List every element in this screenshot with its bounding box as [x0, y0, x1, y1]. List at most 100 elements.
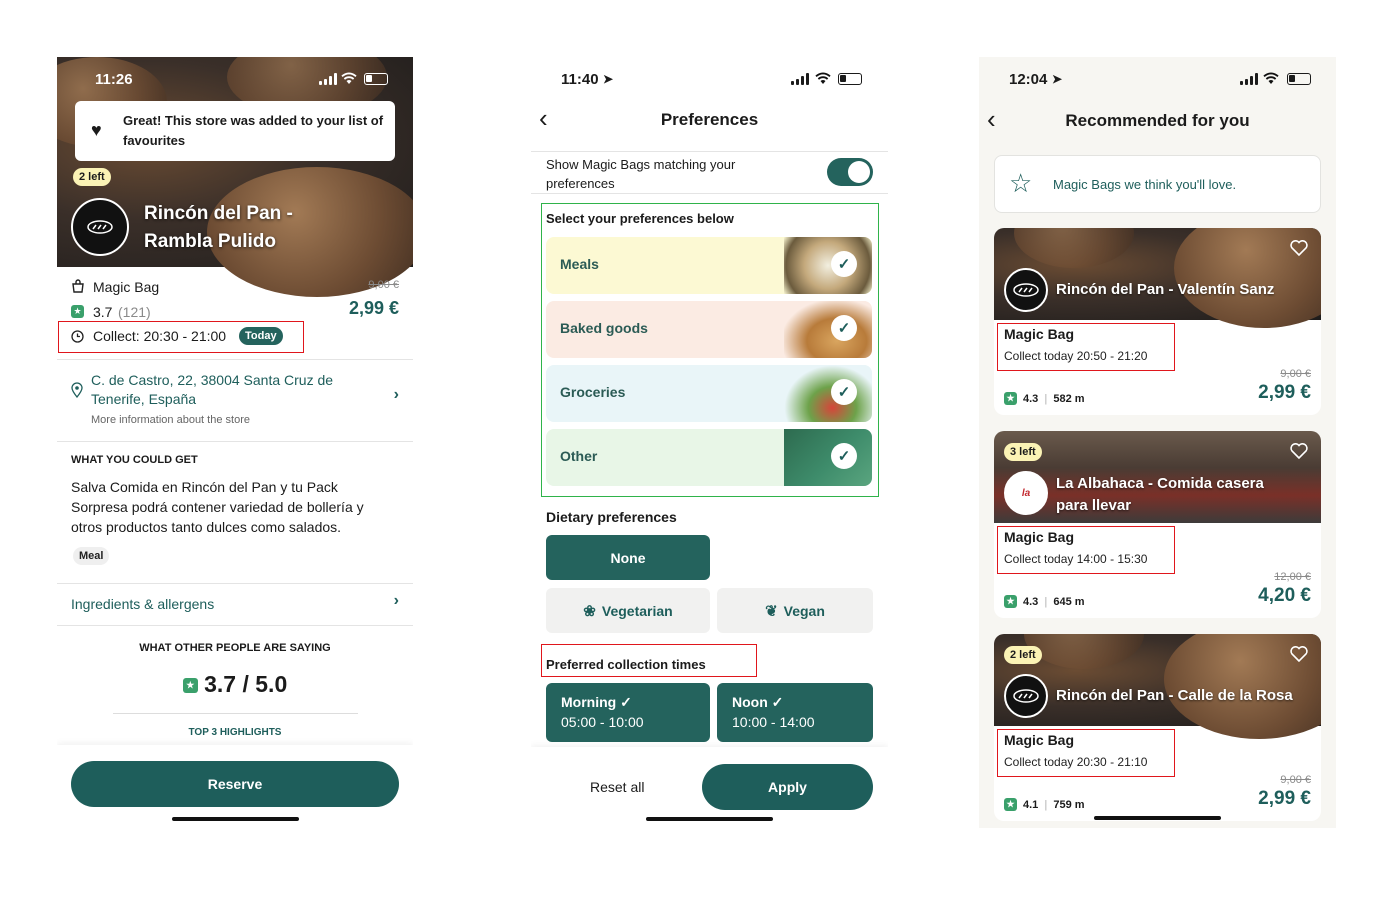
collection-noon-button[interactable]: Noon ✓ 10:00 - 14:00 [717, 683, 873, 742]
star-rating-icon: ★ [1004, 798, 1017, 811]
collection-morning-button[interactable]: Morning ✓ 05:00 - 10:00 [546, 683, 710, 742]
rating-value: 4.3 [1023, 595, 1039, 608]
divider [531, 193, 888, 194]
bread-logo-icon [1013, 283, 1039, 297]
star-outline-icon: ☆ [1009, 168, 1033, 198]
store-logo [1004, 674, 1048, 718]
tile-label: Meals [560, 256, 599, 272]
old-price: 12,00 € [1274, 571, 1311, 583]
status-time: 12:04 [1009, 71, 1048, 88]
baked-goods-image [784, 301, 872, 358]
favourite-toast: ♥ Great! This store was added to your li… [75, 101, 395, 161]
collection-heading: Preferred collection times [546, 657, 706, 672]
rating-value: 4.1 [1023, 798, 1039, 811]
status-time: 11:26 [95, 71, 133, 88]
store-card[interactable]: Rincón del Pan - Valentín Sanz Magic Bag… [994, 228, 1321, 415]
price: 2,99 € [1258, 382, 1311, 403]
price: 4,20 € [1258, 585, 1311, 606]
chevron-right-icon: › [393, 386, 399, 403]
pref-tile-baked-goods[interactable]: Baked goods ✓ [546, 301, 872, 358]
store-logo: la [1004, 471, 1048, 515]
address-row[interactable]: C. de Castro, 22, 38004 Santa Cruz de Te… [57, 360, 413, 440]
reserve-button[interactable]: Reserve [71, 761, 399, 807]
home-indicator [646, 817, 773, 821]
vegetarian-icon: ❀ [583, 602, 596, 620]
store-card[interactable]: 3 left la La Albahaca - Comida casera pa… [994, 431, 1321, 618]
separator: | [1044, 595, 1048, 608]
toast-text: Great! This store was added to your list… [123, 113, 384, 148]
collect-time: Collect today 14:00 - 15:30 [1004, 552, 1148, 566]
store-detail-screen: 11:26 ♥ Great! This store was added to y… [57, 57, 413, 828]
status-bar: 11:26 [57, 69, 413, 91]
bag-icon [72, 279, 84, 293]
heart-outline-icon[interactable] [1289, 238, 1309, 258]
reviews-heading: WHAT OTHER PEOPLE ARE SAYING [139, 642, 331, 654]
groceries-image [784, 365, 872, 422]
status-time: 11:40 [561, 71, 599, 88]
old-price: 9,00 € [1280, 368, 1311, 380]
score-text: 3.7 / 5.0 [204, 671, 288, 697]
collect-time: Collect today 20:50 - 21:20 [1004, 349, 1148, 363]
what-you-get-heading: WHAT YOU COULD GET [71, 454, 198, 466]
reset-all-button[interactable]: Reset all [590, 779, 644, 795]
morning-label: Morning ✓ [561, 694, 632, 710]
price: 2,99 € [1258, 788, 1311, 809]
diet-vegetarian-button[interactable]: ❀ Vegetarian [546, 588, 710, 633]
heart-outline-icon[interactable] [1289, 441, 1309, 461]
bag-label: Magic Bag [93, 279, 160, 295]
highlight-box [58, 321, 304, 353]
pref-tile-groceries[interactable]: Groceries ✓ [546, 365, 872, 422]
diet-vegan-button[interactable]: ❦ Vegan [717, 588, 873, 633]
star-rating-icon: ★ [71, 305, 84, 318]
store-card-image [994, 634, 1321, 739]
store-card-image [994, 228, 1321, 328]
heart-outline-icon[interactable] [1289, 644, 1309, 664]
leaf-icon: ❦ [765, 602, 778, 620]
bag-description: Salva Comida en Rincón del Pan y tu Pack… [71, 479, 364, 535]
chevron-right-icon: › [393, 592, 399, 609]
page-title: Recommended for you [1065, 111, 1250, 130]
ingredients-row[interactable]: Ingredients & allergens › [57, 584, 413, 625]
items-left-badge: 2 left [1004, 646, 1042, 664]
home-indicator [1094, 816, 1221, 820]
bag-label: Magic Bag [1004, 732, 1075, 748]
home-indicator [172, 817, 299, 821]
location-arrow-icon: ➤ [1052, 72, 1063, 86]
check-icon: ✓ [831, 251, 857, 277]
divider [57, 625, 413, 626]
diet-none-button[interactable]: None [546, 535, 710, 580]
battery-icon [364, 73, 388, 85]
store-name-line1: Rincón del Pan - [144, 203, 293, 224]
check-icon: ✓ [831, 315, 857, 341]
rating-count: (121) [118, 304, 151, 320]
status-bar: 11:40 ➤ [531, 69, 888, 91]
separator: | [1044, 798, 1048, 811]
meal-tag: Meal [73, 547, 110, 565]
store-card[interactable]: 2 left Rincón del Pan - Calle de la Rosa… [994, 634, 1321, 821]
bread-logo-icon [1013, 689, 1039, 703]
divider [57, 441, 413, 442]
tile-label: Baked goods [560, 320, 648, 336]
signal-icon [791, 73, 809, 85]
button-label: Vegetarian [601, 602, 673, 619]
rating-value: 3.7 [93, 304, 113, 320]
ingredients-link: Ingredients & allergens [71, 596, 215, 612]
battery-icon [1287, 73, 1311, 85]
distance: 759 m [1053, 798, 1085, 811]
apply-button[interactable]: Apply [702, 764, 873, 810]
tile-label: Groceries [560, 384, 626, 400]
old-price: 9,00 € [1280, 774, 1311, 786]
recommended-screen: 12:04 ➤ ‹ Recommended for you ☆ Magic Ba… [979, 57, 1336, 828]
tile-label: Other [560, 448, 598, 464]
other-image [784, 429, 872, 486]
pref-tile-other[interactable]: Other ✓ [546, 429, 872, 486]
address-line1: C. de Castro, 22, 38004 Santa Cruz de [91, 372, 334, 388]
toggle-label: Show Magic Bags matching your preference… [546, 157, 736, 191]
star-rating-icon: ★ [1004, 392, 1017, 405]
albahaca-logo-icon: la [1021, 487, 1031, 499]
toggle-knob [848, 161, 870, 183]
status-bar: 12:04 ➤ [979, 69, 1336, 91]
store-name-line2: Rambla Pulido [144, 231, 276, 252]
preferences-toggle[interactable] [827, 158, 873, 186]
pref-tile-meals[interactable]: Meals ✓ [546, 237, 872, 294]
